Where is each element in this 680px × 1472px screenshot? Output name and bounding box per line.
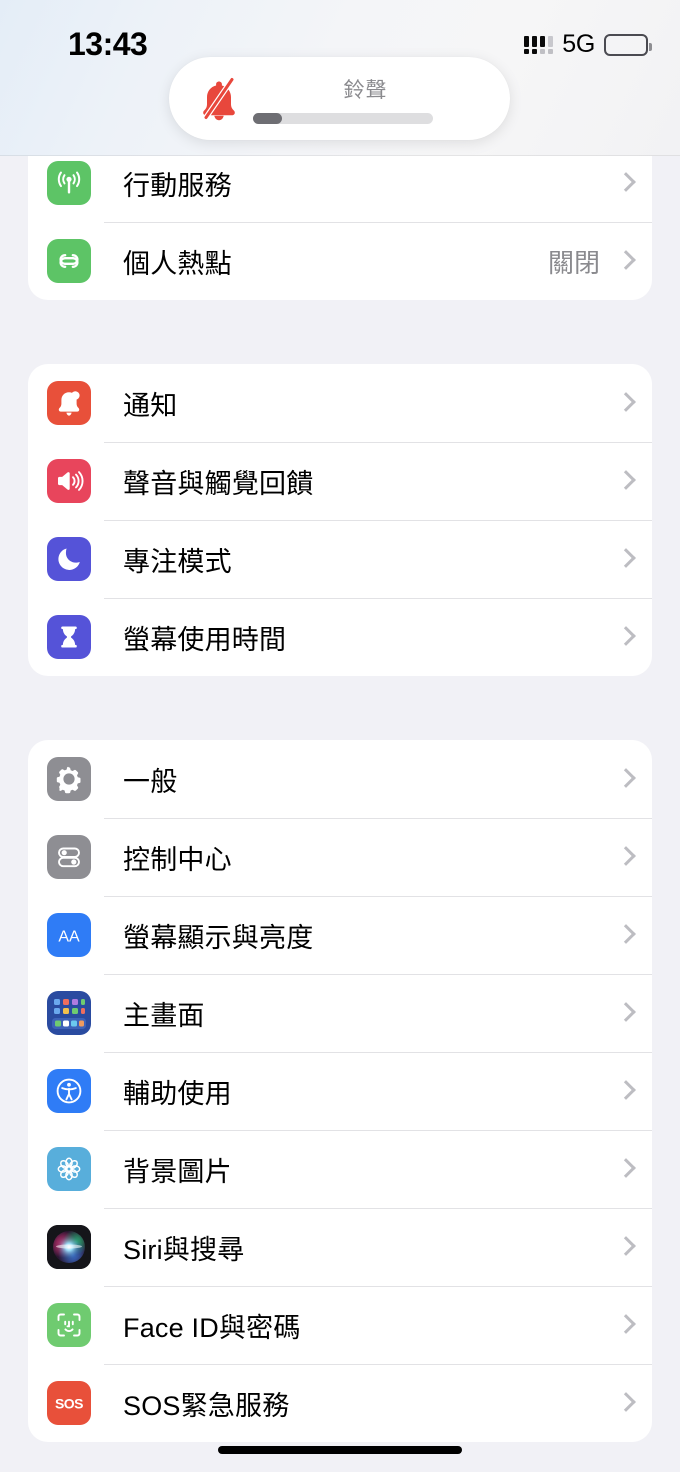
settings-row-label: 專注模式 <box>123 546 232 577</box>
chevron-right-icon <box>618 1391 632 1415</box>
display-brightness-aa-icon: AA <box>47 913 91 957</box>
chevron-right-icon <box>618 923 632 947</box>
settings-row-sounds-haptics[interactable]: 聲音與觸覺回饋 <box>28 442 652 520</box>
settings-group-notifications: 通知 聲音與觸覺回饋 專注模式 螢幕使用時間 <box>28 364 652 676</box>
chevron-right-icon <box>618 249 632 273</box>
cellular-antenna-icon <box>47 161 91 205</box>
status-bar-indicators: 5G <box>524 30 652 59</box>
settings-row-screen-time[interactable]: 螢幕使用時間 <box>28 598 652 676</box>
settings-row-label: 控制中心 <box>123 844 232 875</box>
chevron-right-icon <box>618 469 632 493</box>
settings-row-value: 關閉 <box>547 247 600 278</box>
settings-row-label: 主畫面 <box>123 1000 205 1031</box>
svg-text:SOS: SOS <box>55 1396 83 1412</box>
chevron-right-icon <box>618 1313 632 1337</box>
settings-row-label: SOS緊急服務 <box>123 1390 290 1421</box>
settings-row-label: 通知 <box>123 390 178 421</box>
bell-badge-icon <box>47 381 91 425</box>
settings-row-siri-search[interactable]: Siri與搜尋 <box>28 1208 652 1286</box>
settings-list-scroll[interactable]: 行動服務 個人熱點 關閉 通知 聲音與觸覺回饋 專注模式 螢幕使用時間 一般 控… <box>0 156 680 1472</box>
home-screen-grid-icon <box>47 991 91 1035</box>
settings-row-label: 螢幕顯示與亮度 <box>123 922 314 953</box>
ringer-hud-label: 鈴聲 <box>343 78 388 102</box>
siri-orb-icon <box>47 1225 91 1269</box>
settings-row-notifications[interactable]: 通知 <box>28 364 652 442</box>
settings-row-general[interactable]: 一般 <box>28 740 652 818</box>
accessibility-icon <box>47 1069 91 1113</box>
chevron-right-icon <box>618 845 632 869</box>
status-bar: 13:43 5G 鈴聲 <box>0 0 680 156</box>
chevron-right-icon <box>618 625 632 649</box>
chevron-right-icon <box>618 1079 632 1103</box>
chevron-right-icon <box>618 171 632 195</box>
chevron-right-icon <box>618 767 632 791</box>
ringer-volume-slider-fill <box>253 112 282 124</box>
settings-group-general: 一般 控制中心 AA 螢幕顯示與亮度 主畫面 輔助使用 背景圖片 Siri與搜尋… <box>28 740 652 1442</box>
settings-row-label: Siri與搜尋 <box>123 1234 245 1265</box>
settings-row-personal-hotspot[interactable]: 個人熱點 關閉 <box>28 222 652 300</box>
bell-slash-icon <box>193 73 245 125</box>
status-bar-clock: 13:43 <box>68 26 148 62</box>
battery-icon <box>604 33 652 56</box>
settings-row-face-id-passcode[interactable]: Face ID與密碼 <box>28 1286 652 1364</box>
crescent-moon-icon <box>47 537 91 581</box>
settings-row-home-screen[interactable]: 主畫面 <box>28 974 652 1052</box>
settings-row-label: 聲音與觸覺回饋 <box>123 468 314 499</box>
personal-hotspot-link-icon <box>47 239 91 283</box>
home-indicator[interactable] <box>218 1446 462 1454</box>
settings-row-display-brightness[interactable]: AA 螢幕顯示與亮度 <box>28 896 652 974</box>
chevron-right-icon <box>618 1157 632 1181</box>
sos-icon: SOS <box>47 1381 91 1425</box>
chevron-right-icon <box>618 1235 632 1259</box>
settings-row-label: 螢幕使用時間 <box>123 624 287 655</box>
settings-row-focus[interactable]: 專注模式 <box>28 520 652 598</box>
settings-group-connectivity: 行動服務 個人熱點 關閉 <box>28 156 652 300</box>
settings-row-label: 個人熱點 <box>123 248 232 279</box>
settings-row-cellular[interactable]: 行動服務 <box>28 156 652 222</box>
chevron-right-icon <box>618 547 632 571</box>
network-type-label: 5G <box>562 30 595 58</box>
settings-row-accessibility[interactable]: 輔助使用 <box>28 1052 652 1130</box>
svg-text:AA: AA <box>58 929 80 946</box>
chevron-right-icon <box>618 1001 632 1025</box>
ringer-hud-body: 鈴聲 <box>253 57 488 140</box>
wallpaper-flower-icon <box>47 1147 91 1191</box>
settings-row-wallpaper[interactable]: 背景圖片 <box>28 1130 652 1208</box>
control-center-toggles-icon <box>47 835 91 879</box>
face-id-icon <box>47 1303 91 1347</box>
ringer-volume-slider[interactable] <box>253 112 433 124</box>
settings-row-label: Face ID與密碼 <box>123 1312 301 1343</box>
settings-row-control-center[interactable]: 控制中心 <box>28 818 652 896</box>
settings-row-emergency-sos[interactable]: SOS SOS緊急服務 <box>28 1364 652 1442</box>
settings-row-label: 輔助使用 <box>123 1078 232 1109</box>
settings-row-label: 行動服務 <box>123 170 232 201</box>
settings-row-label: 背景圖片 <box>123 1156 232 1187</box>
speaker-waves-icon <box>47 459 91 503</box>
cellular-signal-icon <box>524 35 554 54</box>
settings-row-label: 一般 <box>123 766 178 797</box>
gear-icon <box>47 757 91 801</box>
hourglass-icon <box>47 615 91 659</box>
ringer-volume-hud[interactable]: 鈴聲 <box>169 57 510 140</box>
chevron-right-icon <box>618 391 632 415</box>
